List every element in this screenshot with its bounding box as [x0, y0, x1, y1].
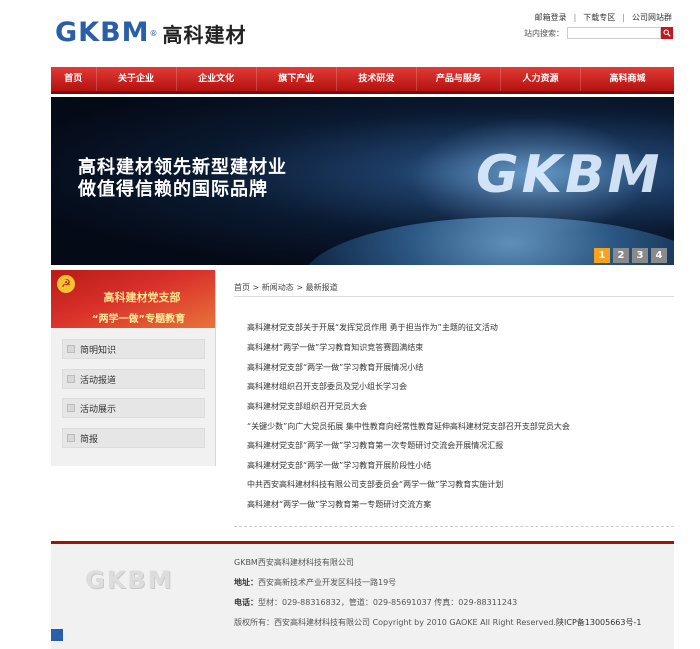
- news-item[interactable]: 高科建材“两学一做”学习教育第一专题研讨交流方案: [247, 499, 431, 510]
- nav-industries[interactable]: 旗下产业: [257, 67, 337, 91]
- news-item[interactable]: “关键少数”向广大党员拓展 集中性教育向经常性教育延伸高科建材党支部召开支部党员…: [247, 421, 570, 432]
- bullet-icon: [67, 345, 75, 353]
- toplink-separator: |: [622, 13, 625, 22]
- news-item[interactable]: 高科建材党支部关于开展“发挥党员作用 勇于担当作为”主题的征文活动: [247, 322, 498, 333]
- footer-address-label: 地址：: [234, 578, 258, 587]
- footer-address-value: 西安高新技术产业开发区科技一路19号: [258, 578, 397, 587]
- slide-button-2[interactable]: 2: [613, 248, 629, 263]
- nav-home[interactable]: 首页: [51, 67, 97, 91]
- footer-copyright-label: 版权所有：: [234, 618, 274, 627]
- toplink-separator: |: [573, 13, 577, 22]
- news-item[interactable]: 高科建材组织召开支部委员及党小组长学习会: [247, 381, 407, 392]
- paw-icon[interactable]: 🐾: [51, 629, 63, 641]
- news-item[interactable]: 高科建材党支部“两学一做”学习教育开展情况小结: [247, 362, 423, 373]
- breadcrumb-separator: >: [296, 283, 304, 292]
- footer-copyright-value: 西安高科建材科技有限公司 Copyright by 2010 GAOKE All…: [274, 618, 556, 627]
- news-list-divider: [234, 526, 674, 527]
- toplink-site-group[interactable]: 公司网站群: [632, 12, 672, 23]
- nav-products[interactable]: 产品与服务: [417, 67, 501, 91]
- banner-headline-2: 做值得信赖的国际品牌: [78, 179, 268, 200]
- slide-pager: 1 2 3 4: [594, 248, 667, 263]
- site-search: 站内搜索：: [524, 27, 673, 39]
- nav-hr[interactable]: 人力资源: [501, 67, 582, 91]
- nav-about[interactable]: 关于企业: [97, 67, 177, 91]
- footer-phone-value: 型材：029-88316832，管道：029-85691037 传真：029-8…: [258, 598, 518, 607]
- main-nav: 首页 关于企业 企业文化 旗下产业 技术研发 产品与服务 人力资源 高科商城: [51, 67, 674, 94]
- search-input[interactable]: [567, 27, 661, 39]
- search-button[interactable]: [661, 27, 673, 39]
- footer-copyright: 版权所有：西安高科建材科技有限公司 Copyright by 2010 GAOK…: [234, 617, 556, 628]
- news-item[interactable]: 中共西安高科建材科技有限公司支部委员会“两学一做”学习教育实施计划: [247, 479, 503, 490]
- breadcrumb-news[interactable]: 新闻动态: [262, 283, 294, 292]
- footer-phone: 电话：型材：029-88316832，管道：029-85691037 传真：02…: [234, 597, 517, 608]
- bullet-icon: [67, 375, 75, 383]
- logo-latin-text: GKBM: [55, 17, 150, 48]
- nav-mall[interactable]: 高科商城: [581, 67, 674, 91]
- sidebar-item-label: 简明知识: [80, 345, 117, 356]
- site-logo[interactable]: GKBM ® 高科建材: [55, 18, 247, 48]
- sidebar-item-label: 活动展示: [80, 404, 117, 415]
- slide-button-3[interactable]: 3: [632, 248, 648, 263]
- footer-phone-label: 电话：: [234, 598, 258, 607]
- party-emblem-icon: ☭: [57, 275, 75, 293]
- party-branch-banner[interactable]: ☭ 高科建材党支部 “两学一做”专题教育: [51, 270, 215, 328]
- banner-logo-mark: GKBM: [476, 145, 663, 205]
- party-branch-subtitle: “两学一做”专题教育: [91, 314, 186, 325]
- logo-chinese-text: 高科建材: [162, 22, 247, 47]
- toplink-mail-login[interactable]: 邮箱登录: [535, 12, 567, 23]
- sidebar-item-reports[interactable]: 活动报道: [62, 369, 205, 389]
- search-icon: [663, 29, 671, 37]
- toplink-download[interactable]: 下载专区: [583, 12, 615, 23]
- footer-logo: GKBM: [85, 566, 174, 594]
- slide-button-4[interactable]: 4: [651, 248, 667, 263]
- party-branch-title: 高科建材党支部: [103, 291, 181, 304]
- news-item[interactable]: 高科建材党支部“两学一做”学习教育第一次专题研讨交流会开展情况汇报: [247, 440, 503, 451]
- logo-registered-mark: ®: [149, 28, 158, 38]
- sidebar-item-knowledge[interactable]: 简明知识: [62, 339, 205, 359]
- bullet-icon: [67, 434, 75, 442]
- breadcrumb-home[interactable]: 首页: [234, 283, 250, 292]
- footer: [51, 541, 674, 649]
- breadcrumb-separator: >: [252, 283, 260, 292]
- slide-button-1[interactable]: 1: [594, 248, 610, 263]
- footer-address: 地址：西安高新技术产业开发区科技一路19号: [234, 577, 396, 588]
- news-item[interactable]: 高科建材党支部“两学一做”学习教育开展阶段性小结: [247, 460, 431, 471]
- hero-banner[interactable]: GKBM 高科建材领先新型建材业 做值得信赖的国际品牌: [51, 97, 674, 265]
- sidebar-item-label: 活动报道: [80, 375, 117, 386]
- footer-company: GKBM西安高科建材科技有限公司: [234, 558, 354, 567]
- top-links: 邮箱登录 | 下载专区 | 公司网站群: [535, 12, 672, 23]
- nav-research[interactable]: 技术研发: [337, 67, 417, 91]
- nav-culture[interactable]: 企业文化: [177, 67, 257, 91]
- search-label: 站内搜索：: [524, 28, 564, 38]
- sidebar-item-label: 简报: [80, 434, 99, 445]
- bullet-icon: [67, 404, 75, 412]
- breadcrumb-current: 最新报道: [305, 283, 338, 292]
- sidebar-item-showcase[interactable]: 活动展示: [62, 398, 205, 418]
- breadcrumb: 首页 > 新闻动态 > 最新报道: [234, 282, 338, 293]
- news-item[interactable]: 高科建材“两学一做”学习教育知识竞答赛圆满结束: [247, 342, 423, 353]
- breadcrumb-divider: [234, 296, 674, 297]
- news-item[interactable]: 高科建材党支部组织召开党员大会: [247, 401, 367, 412]
- sidebar-item-briefing[interactable]: 简报: [62, 428, 205, 448]
- footer-icp-link[interactable]: 陕ICP备13005663号-1: [556, 617, 641, 628]
